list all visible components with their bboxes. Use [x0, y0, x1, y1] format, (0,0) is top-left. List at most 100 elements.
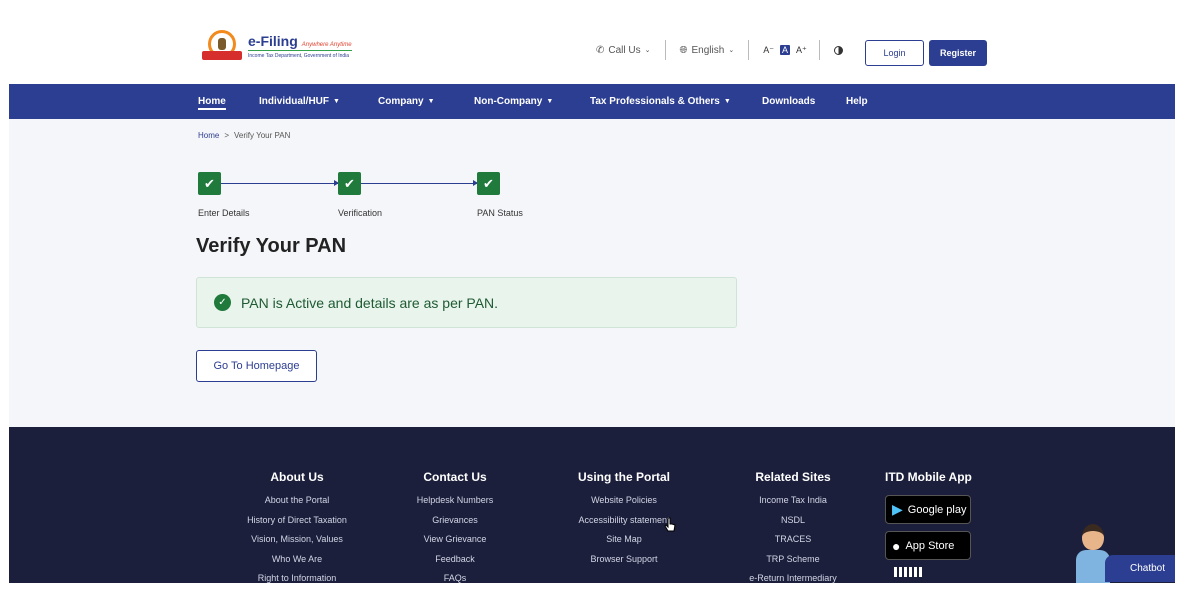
call-us-label: Call Us [608, 44, 641, 56]
footer-column-related-sites: Related Sites Income Tax India NSDL TRAC… [733, 470, 853, 583]
contrast-icon[interactable] [833, 45, 843, 55]
login-button[interactable]: Login [865, 40, 924, 66]
call-us-dropdown[interactable]: ✆ Call Us ⌄ [596, 45, 651, 56]
app-store-badge[interactable]: ● App Store [885, 531, 971, 560]
nav-item-individual-huf[interactable]: Individual/HUF ▼ [259, 84, 340, 119]
step-label-pan-status: PAN Status [477, 208, 523, 218]
google-play-label: Google play [907, 503, 967, 516]
footer-heading: About Us [270, 470, 324, 484]
chevron-down-icon: ⌄ [644, 47, 651, 54]
footer-heading: Related Sites [755, 470, 831, 484]
footer-link[interactable]: View Grievance [395, 534, 515, 554]
app-store-label: App Store [905, 539, 955, 552]
footer-link[interactable]: Browser Support [564, 554, 684, 574]
footer-heading: Contact Us [423, 470, 487, 484]
nav-item-company[interactable]: Company ▼ [378, 84, 435, 119]
font-decrease-button[interactable]: A⁻ [763, 45, 774, 56]
footer-link[interactable]: Site Map [564, 534, 684, 554]
footer-link[interactable]: TRACES [733, 534, 853, 554]
language-label: English [691, 44, 725, 56]
footer-link[interactable]: History of Direct Taxation [227, 515, 367, 535]
check-icon: ✔ [477, 172, 500, 195]
nav-item-label: Help [846, 96, 868, 107]
footer-link[interactable]: Income Tax India [733, 495, 853, 515]
breadcrumb: Home > Verify Your PAN [198, 131, 290, 140]
step-label-enter-details: Enter Details [198, 208, 250, 218]
step-connector [221, 180, 339, 186]
chevron-down-icon: ▼ [333, 98, 340, 105]
footer-link[interactable]: Feedback [395, 554, 515, 574]
footer-link[interactable]: FAQs [395, 573, 515, 583]
footer-column-about: About Us About the Portal History of Dir… [227, 470, 367, 583]
footer-column-contact: Contact Us Helpdesk Numbers Grievances V… [395, 470, 515, 583]
check-icon: ✔ [338, 172, 361, 195]
footer-link[interactable]: TRP Scheme [733, 554, 853, 574]
nav-item-non-company[interactable]: Non-Company ▼ [474, 84, 553, 119]
play-icon: ▶ [892, 501, 903, 517]
chatbot-label: Chatbot [1129, 563, 1165, 574]
apple-icon: ● [892, 537, 901, 554]
nav-item-label: Home [198, 96, 226, 107]
alert-message: PAN is Active and details are as per PAN… [241, 294, 499, 311]
go-to-homepage-button[interactable]: Go To Homepage [196, 350, 317, 382]
emblem-icon [202, 30, 242, 62]
footer-link[interactable]: Helpdesk Numbers [395, 495, 515, 515]
breadcrumb-current: Verify Your PAN [234, 131, 291, 140]
nav-item-home[interactable]: Home [198, 84, 226, 119]
nav-item-tax-professionals[interactable]: Tax Professionals & Others ▼ [590, 84, 731, 119]
qr-code-icon [894, 567, 922, 577]
hand-cursor-icon [664, 517, 676, 532]
check-icon: ✔ [198, 172, 221, 195]
step-label-verification: Verification [338, 208, 383, 218]
utility-bar: ✆ Call Us ⌄ 🌐︎ English ⌄ A⁻ A A⁺ [596, 40, 843, 60]
progress-stepper: ✔ ✔ ✔ Enter Details Verification PAN Sta… [198, 172, 538, 222]
site-header: e-Filing Anywhere Anytime Income Tax Dep… [9, 0, 1175, 84]
footer-link[interactable]: Vision, Mission, Values [227, 534, 367, 554]
chevron-down-icon: ▼ [427, 98, 435, 105]
language-dropdown[interactable]: 🌐︎ English ⌄ [680, 45, 735, 56]
nav-item-downloads[interactable]: Downloads [762, 84, 815, 119]
logo-title: e-Filing [248, 33, 298, 49]
footer-link[interactable]: NSDL [733, 515, 853, 535]
nav-item-label: Non-Company [474, 96, 543, 107]
footer-link[interactable]: Website Policies [564, 495, 684, 515]
success-alert: ✓ PAN is Active and details are as per P… [196, 277, 737, 328]
browser-viewport: e-Filing Anywhere Anytime Income Tax Dep… [9, 0, 1175, 583]
divider [664, 40, 666, 60]
nav-item-help[interactable]: Help [846, 84, 868, 119]
footer-link[interactable]: Right to Information [227, 573, 367, 583]
step-connector [361, 180, 478, 186]
font-normal-button[interactable]: A [779, 45, 790, 55]
divider [748, 40, 750, 60]
footer-heading: ITD Mobile App [885, 470, 972, 484]
google-play-badge[interactable]: ▶ Google play [885, 495, 971, 524]
logo-tagline: Anywhere Anytime [301, 42, 352, 48]
chatbot-button[interactable]: Chatbot [1105, 555, 1175, 582]
nav-item-label: Company [378, 96, 424, 107]
footer-heading: Using the Portal [577, 470, 670, 484]
chevron-down-icon: ▼ [546, 98, 554, 105]
footer-link[interactable]: e-Return Intermediary [733, 573, 853, 583]
footer-link[interactable]: Grievances [395, 515, 515, 535]
footer-link[interactable]: Who We Are [227, 554, 367, 574]
register-button[interactable]: Register [929, 40, 987, 66]
chevron-down-icon: ⌄ [728, 47, 735, 54]
globe-icon: 🌐︎ [679, 44, 688, 56]
page-title: Verify Your PAN [196, 235, 347, 257]
nav-item-label: Tax Professionals & Others [590, 96, 720, 107]
site-footer: About Us About the Portal History of Dir… [9, 427, 1175, 583]
nav-item-label: Downloads [762, 96, 816, 107]
footer-link[interactable]: About the Portal [227, 495, 367, 515]
efiling-logo[interactable]: e-Filing Anywhere Anytime Income Tax Dep… [202, 30, 352, 62]
breadcrumb-home-link[interactable]: Home [198, 131, 219, 140]
breadcrumb-separator: > [224, 131, 230, 140]
main-content: Home > Verify Your PAN ✔ ✔ ✔ Enter Detai… [9, 119, 1175, 427]
font-increase-button[interactable]: A⁺ [796, 45, 807, 56]
chevron-down-icon: ▼ [723, 98, 731, 105]
phone-icon: ✆ [596, 44, 605, 56]
footer-column-mobile-app: ITD Mobile App ▶ Google play ● App Store [879, 470, 979, 577]
main-nav: Home Individual/HUF ▼ Company ▼ Non-Comp… [9, 84, 1175, 119]
check-circle-icon: ✓ [214, 294, 231, 311]
logo-subtitle: Income Tax Department, Government of Ind… [248, 50, 352, 59]
nav-item-label: Individual/HUF [259, 96, 329, 107]
